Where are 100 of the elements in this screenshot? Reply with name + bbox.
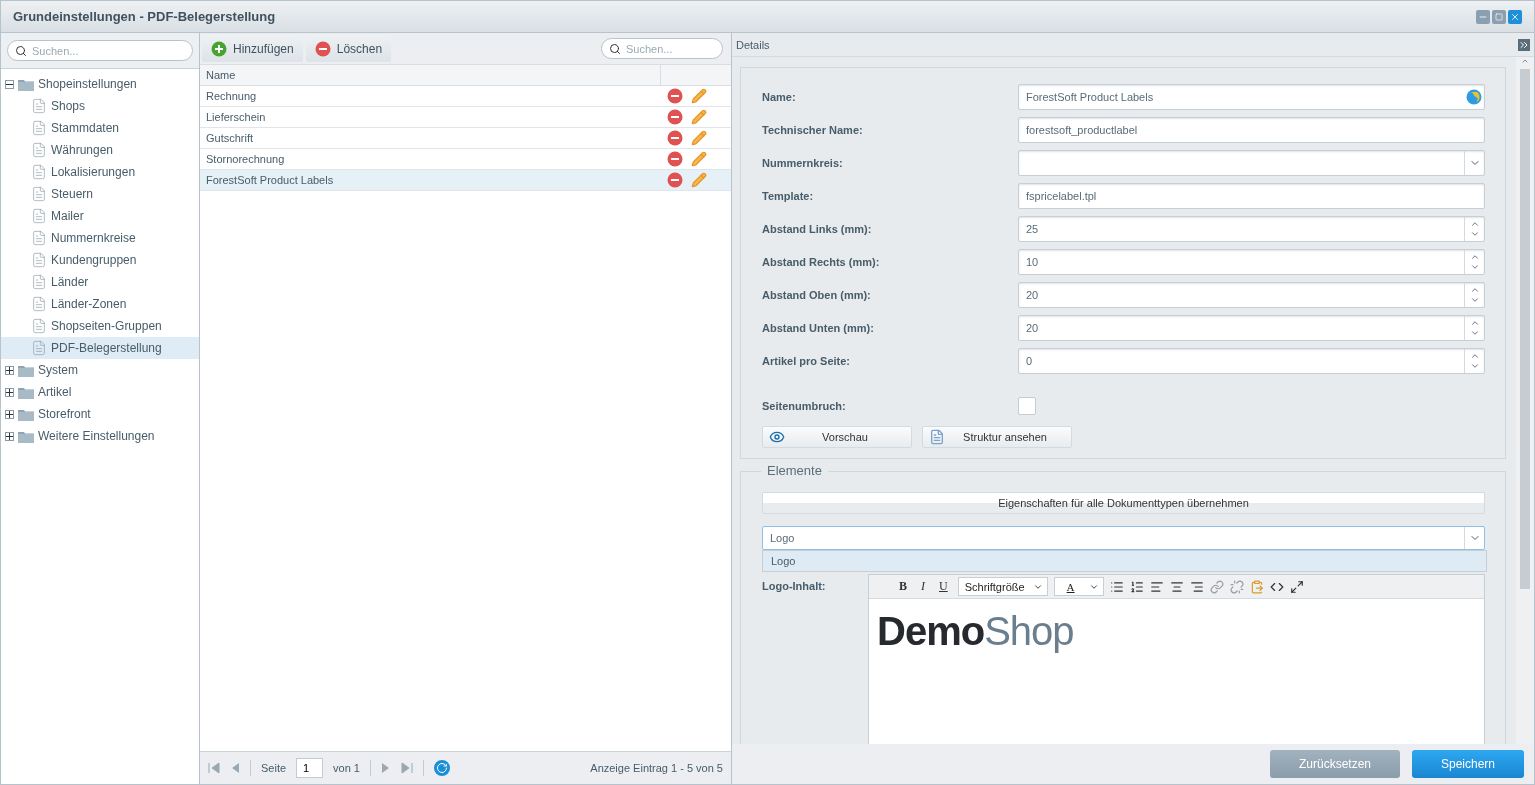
next-page-icon[interactable] <box>381 762 391 774</box>
expand-icon[interactable] <box>5 365 14 375</box>
structure-button[interactable]: Struktur ansehen <box>922 426 1072 448</box>
field-label: Seitenumbruch: <box>762 399 847 412</box>
rich-text-editor[interactable]: B I U Schriftgröße A DemoShop <box>868 574 1485 744</box>
field-label: Logo-Inhalt: <box>762 579 827 592</box>
document-icon <box>929 429 945 445</box>
folder-icon <box>18 407 34 421</box>
close-icon[interactable] <box>1508 9 1522 24</box>
text-field[interactable]: fspricelabel.tpl <box>1018 182 1485 209</box>
align-right-icon[interactable] <box>1189 579 1204 594</box>
dropdown-option[interactable]: Logo <box>763 551 1486 571</box>
field-label: Artikel pro Seite: <box>762 354 852 367</box>
field-label: Abstand Unten (mm): <box>762 321 875 334</box>
tree-item[interactable]: Währungen <box>1 139 199 161</box>
pencil-icon[interactable] <box>691 109 707 125</box>
collapse-icon[interactable] <box>5 79 14 89</box>
text-color-button[interactable]: A <box>1053 577 1104 596</box>
field-label: Abstand Oben (mm): <box>762 288 872 301</box>
number-field[interactable]: 25 <box>1018 215 1485 242</box>
delete-icon[interactable] <box>667 88 683 104</box>
expand-icon[interactable] <box>5 387 14 397</box>
apply-button[interactable]: Eigenschaften für alle Dokumenttypen übernehmen <box>762 492 1485 514</box>
pencil-icon[interactable] <box>691 172 707 188</box>
number-field[interactable]: 20 <box>1018 314 1485 341</box>
pencil-icon[interactable] <box>691 151 707 167</box>
search-field[interactable]: Suchen... <box>601 38 723 59</box>
bullet-list-icon[interactable] <box>1109 579 1124 594</box>
table-row[interactable]: Stornorechnung <box>200 149 731 170</box>
file-icon <box>31 98 47 114</box>
number-field[interactable]: 10 <box>1018 248 1485 275</box>
number-field[interactable]: 20 <box>1018 281 1485 308</box>
pencil-icon[interactable] <box>691 88 707 104</box>
folder-icon <box>18 77 34 91</box>
folder-icon <box>18 385 34 399</box>
tree-item[interactable]: Länder-Zonen <box>1 293 199 315</box>
window-title: Grundeinstellungen - PDF-Belegerstellung <box>13 9 276 24</box>
tree-item[interactable]: Artikel <box>1 381 199 403</box>
tree-item[interactable]: Stammdaten <box>1 117 199 139</box>
table-row[interactable]: Gutschrift <box>200 128 731 149</box>
plus-icon <box>211 40 227 57</box>
table-row[interactable]: ForestSoft Product Labels <box>200 170 731 191</box>
tree-item[interactable]: Mailer <box>1 205 199 227</box>
tree-item[interactable]: Shops <box>1 95 199 117</box>
file-icon <box>31 296 47 312</box>
scroll-up-icon[interactable] <box>1521 57 1529 65</box>
text-field[interactable]: ForestSoft Product Labels <box>1018 83 1485 110</box>
numbered-list-icon[interactable] <box>1129 579 1144 594</box>
file-icon <box>31 318 47 334</box>
field-label: Technischer Name: <box>762 123 864 136</box>
format-button[interactable]: U <box>935 579 952 594</box>
tree-item[interactable]: Storefront <box>1 403 199 425</box>
table-row[interactable]: Lieferschein <box>200 107 731 128</box>
expand-icon[interactable] <box>5 409 14 419</box>
maximize-icon[interactable] <box>1492 9 1506 24</box>
checkbox[interactable] <box>1018 396 1036 415</box>
text-field[interactable]: forestsoft_productlabel <box>1018 116 1485 143</box>
tree-item[interactable]: Steuern <box>1 183 199 205</box>
align-center-icon[interactable] <box>1169 579 1184 594</box>
search-field[interactable]: Suchen... <box>7 40 193 61</box>
delete-icon[interactable] <box>667 172 683 188</box>
tree-item[interactable]: Shopeinstellungen <box>1 73 199 95</box>
field-label: Template: <box>762 189 815 202</box>
tree-item[interactable]: Lokalisierungen <box>1 161 199 183</box>
tree-item[interactable]: Länder <box>1 271 199 293</box>
refresh-icon[interactable] <box>434 760 450 776</box>
field-label: Abstand Links (mm): <box>762 222 873 235</box>
tree-item[interactable]: Nummernkreise <box>1 227 199 249</box>
file-icon <box>31 340 47 356</box>
format-button[interactable]: B <box>895 579 911 594</box>
expand-icon[interactable] <box>5 431 14 441</box>
pencil-icon[interactable] <box>691 130 707 146</box>
tree-item[interactable]: Kundengruppen <box>1 249 199 271</box>
paste-icon[interactable] <box>1249 579 1264 594</box>
align-left-icon[interactable] <box>1149 579 1164 594</box>
delete-icon[interactable] <box>667 130 683 146</box>
link-icon[interactable] <box>1209 579 1224 594</box>
delete-icon[interactable] <box>667 151 683 167</box>
table-row[interactable]: Rechnung <box>200 86 731 107</box>
tree-item[interactable]: System <box>1 359 199 381</box>
minimize-icon[interactable] <box>1476 9 1490 24</box>
page-field[interactable]: 1 <box>296 758 324 778</box>
number-field[interactable]: 0 <box>1018 347 1485 374</box>
fullscreen-icon[interactable] <box>1289 579 1304 594</box>
tree-item[interactable]: Weitere Einstellungen <box>1 425 199 447</box>
delete-icon[interactable] <box>667 109 683 125</box>
tree-item[interactable]: PDF-Belegerstellung <box>1 337 199 359</box>
combo-box[interactable]: Logo <box>762 526 1485 550</box>
preview-button[interactable]: Vorschau <box>762 426 912 448</box>
field-label: Abstand Rechts (mm): <box>762 255 881 268</box>
tree-item[interactable]: Shopseiten-Gruppen <box>1 315 199 337</box>
first-page-icon[interactable] <box>208 762 220 774</box>
last-page-icon[interactable] <box>401 762 413 774</box>
font-size-select[interactable]: Schriftgröße <box>957 577 1048 596</box>
combo-box[interactable] <box>1018 149 1485 176</box>
format-button[interactable]: I <box>917 579 929 594</box>
scrollbar[interactable] <box>1516 57 1534 744</box>
unlink-icon[interactable] <box>1229 579 1244 594</box>
logo-text: DemoShop <box>877 609 1074 654</box>
previous-page-icon[interactable] <box>230 762 240 774</box>
